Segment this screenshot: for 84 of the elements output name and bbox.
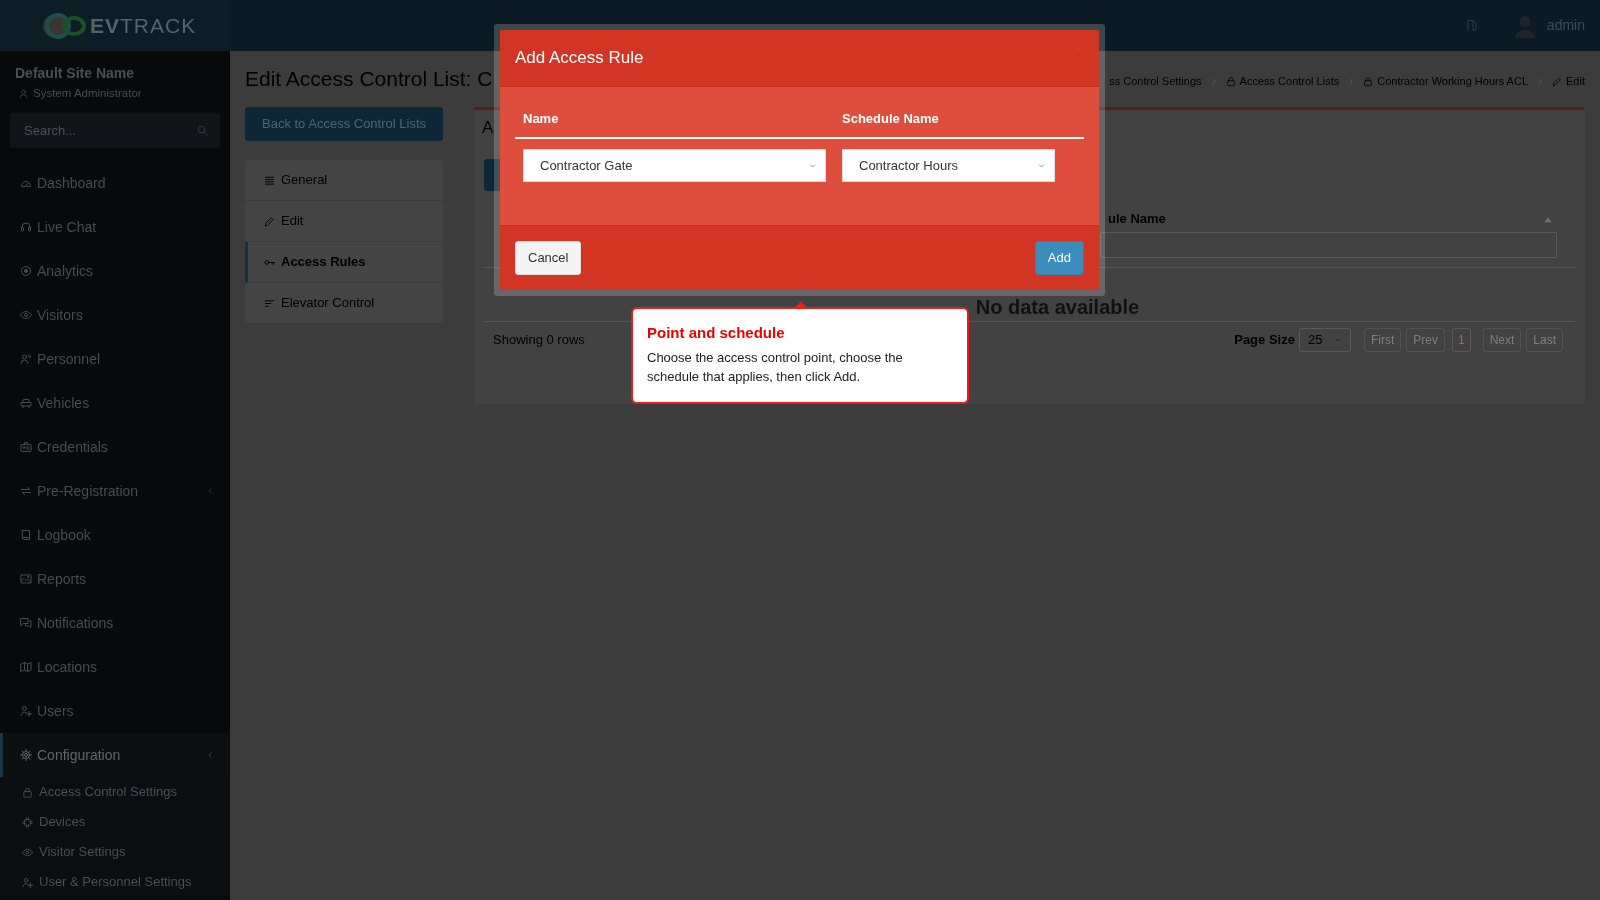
page-button[interactable]: First [1363, 328, 1402, 352]
add-button[interactable]: Add [1034, 241, 1084, 275]
chevron-down-icon [1037, 162, 1046, 169]
page-size-dropdown[interactable]: 25 [1298, 328, 1351, 352]
page-size-label: Page Size [1234, 331, 1295, 350]
sidebar-item[interactable]: Visitors [0, 293, 230, 337]
chevron-down-icon [1333, 337, 1342, 343]
tooltip-text: Choose the access control point, choose the schedule that applies, then click Add. [647, 349, 904, 386]
tab[interactable]: Elevator Control [245, 283, 443, 324]
dropdown[interactable]: Contractor Gate [523, 149, 826, 182]
headset-icon [20, 221, 32, 233]
sidebar-item[interactable]: Users [0, 689, 230, 733]
sidebar-item[interactable]: Reports [0, 557, 230, 601]
column-header: Schedule Name [841, 109, 940, 128]
pencil-icon [1552, 75, 1563, 87]
sidebar-item[interactable]: Credentials [0, 425, 230, 469]
site-name: Default Site Name [14, 64, 136, 82]
settings-icon [20, 749, 32, 761]
arrows-icon [20, 485, 32, 497]
user-icon [19, 89, 28, 99]
tab[interactable]: Access Rules [245, 242, 443, 283]
dropdown[interactable]: Contractor Hours [842, 149, 1055, 182]
page-button[interactable]: 1 [1451, 328, 1471, 352]
lock-icon [1363, 75, 1374, 87]
chevron-left-icon [207, 486, 214, 496]
sidebar-item[interactable]: Vehicles [0, 381, 230, 425]
eye-icon [20, 309, 32, 321]
sidebar-item[interactable]: Dashboard [0, 161, 230, 205]
sidebar-item[interactable]: Analytics [0, 249, 230, 293]
column-header: Name [522, 109, 560, 128]
close-icon[interactable] [1074, 50, 1083, 60]
submenu-item[interactable]: Access Control Settings [0, 777, 230, 807]
page-button[interactable]: Prev [1406, 328, 1445, 352]
card-title: A [482, 117, 494, 139]
search-field[interactable]: Search... [10, 113, 220, 148]
lock-icon [1225, 75, 1236, 87]
door-icon[interactable] [1465, 19, 1478, 32]
chat-icon [20, 617, 32, 629]
submenu-item[interactable]: Visitor Settings [0, 837, 230, 867]
page-title: Edit Access Control List: C [245, 66, 493, 92]
sidebar-item[interactable]: Pre-Registration [0, 469, 230, 513]
car-icon [20, 397, 32, 409]
user-plus-icon [20, 705, 32, 717]
id-card-icon [20, 441, 32, 453]
chevron-left-icon [207, 750, 214, 760]
lines-icon [264, 297, 275, 309]
breadcrumb-link[interactable]: Contractor Working Hours ACL [1363, 72, 1529, 90]
cancel-button[interactable]: Cancel [515, 241, 582, 275]
tooltip-title: Point and schedule [647, 324, 785, 342]
book-icon [20, 529, 32, 541]
person-icon [20, 353, 32, 365]
column-header: ule Name [1108, 210, 1166, 229]
page-button[interactable]: Last [1526, 328, 1563, 352]
row-count: Showing 0 rows [493, 331, 585, 350]
tab[interactable]: Edit [245, 201, 443, 242]
back-button[interactable]: Back to Access Control Lists [245, 107, 443, 141]
sidebar-item[interactable]: Locations [0, 645, 230, 689]
submenu-item[interactable]: Devices [0, 807, 230, 837]
chip-icon [22, 816, 33, 828]
picture-icon [20, 573, 32, 585]
modal-title: Add Access Rule [515, 47, 644, 70]
list-icon [264, 174, 275, 186]
lock-icon [22, 786, 33, 798]
pencil-icon [264, 215, 275, 227]
sidebar-item[interactable]: Live Chat [0, 205, 230, 249]
eye-icon [22, 846, 33, 858]
user-role: System Administrator [33, 86, 142, 102]
sidebar-item[interactable]: Notifications [0, 601, 230, 645]
sidebar-item[interactable]: Personnel [0, 337, 230, 381]
logo-icon [40, 10, 88, 41]
sort-icon[interactable] [1543, 215, 1553, 223]
submenu-item[interactable]: User & Personnel Settings [0, 867, 230, 897]
sidebar-item[interactable]: Configuration [0, 733, 230, 777]
logo-text: EVTRACK [90, 13, 197, 38]
chevron-down-icon [808, 162, 817, 169]
tab[interactable]: General [245, 160, 443, 201]
page-button[interactable]: Next [1482, 328, 1522, 352]
user-plus-icon [22, 876, 33, 888]
target-icon [20, 265, 32, 277]
sidebar-item[interactable]: Logbook [0, 513, 230, 557]
filter-input[interactable] [1100, 232, 1557, 258]
search-icon[interactable] [197, 125, 208, 136]
map-icon [20, 661, 32, 673]
breadcrumb-link[interactable]: Edit [1552, 72, 1585, 90]
